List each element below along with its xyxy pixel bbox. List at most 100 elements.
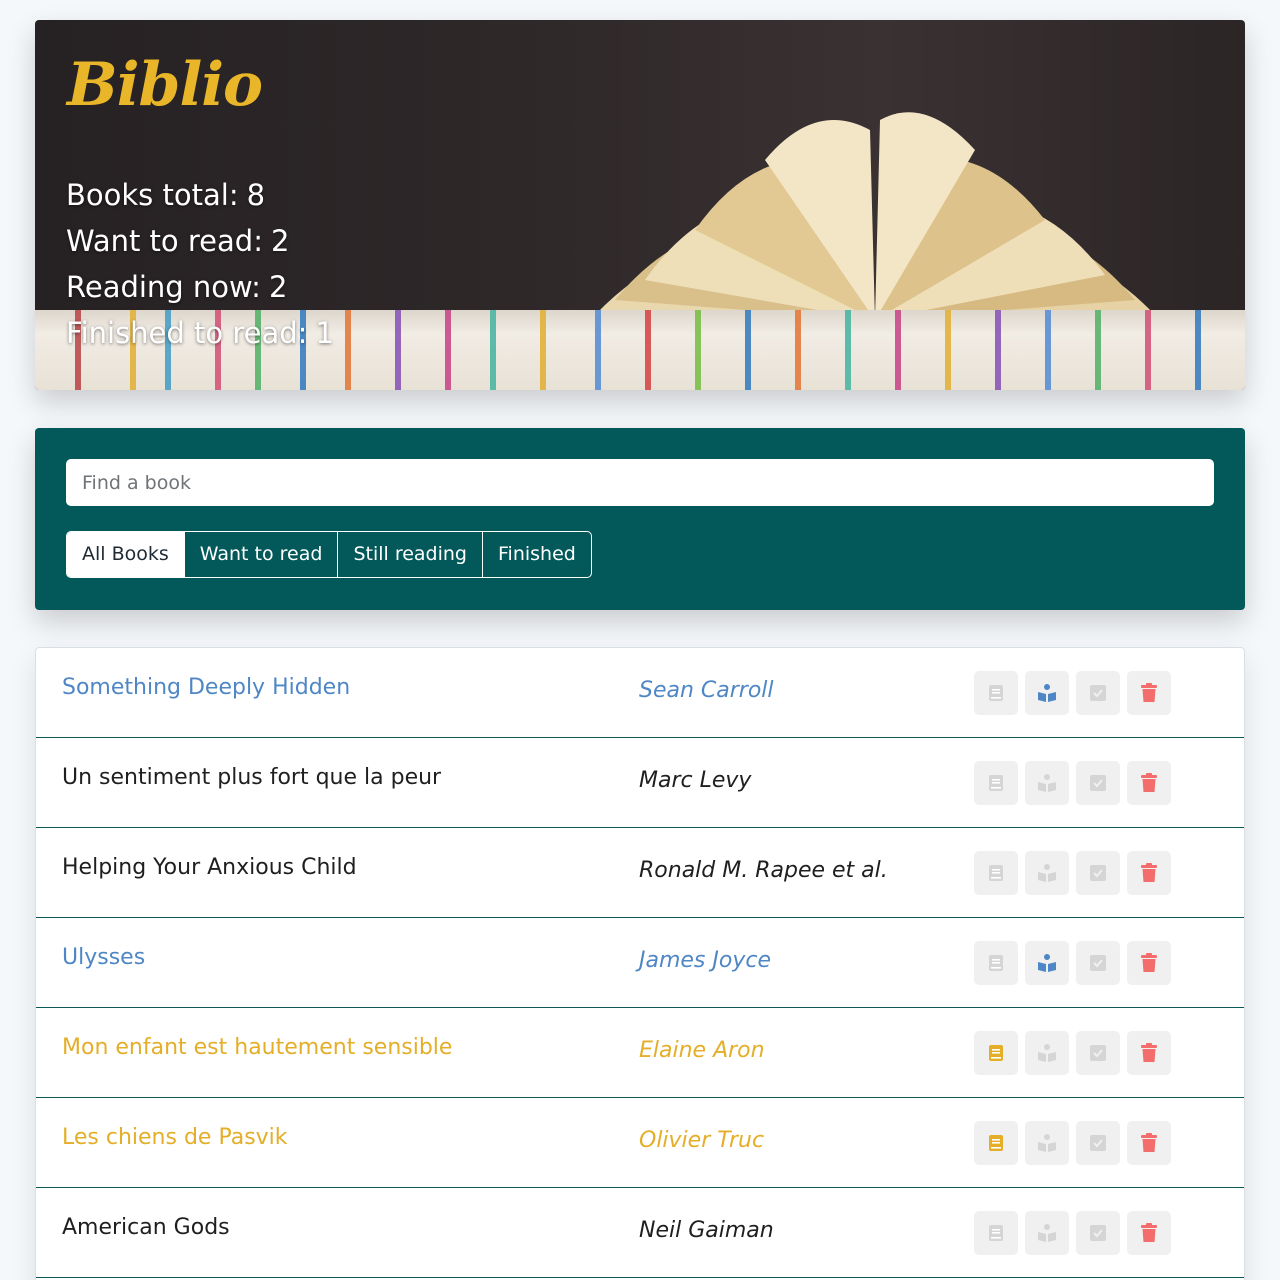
book-actions	[974, 671, 1171, 715]
book-icon	[989, 1135, 1003, 1151]
want-to-read-button[interactable]	[974, 671, 1018, 715]
reading-now-button[interactable]	[1025, 1211, 1069, 1255]
finished-button[interactable]	[1076, 761, 1120, 805]
filter-tabs: All Books Want to read Still reading Fin…	[66, 531, 592, 578]
book-icon	[989, 775, 1003, 791]
book-author: Elaine Aron	[639, 1038, 765, 1063]
tab-still-reading[interactable]: Still reading	[337, 532, 482, 577]
stat-value: 2	[270, 224, 290, 258]
trash-icon	[1141, 1133, 1157, 1152]
book-title: Un sentiment plus fort que la peur	[62, 765, 442, 790]
want-to-read-button[interactable]	[974, 941, 1018, 985]
want-to-read-button[interactable]	[974, 1211, 1018, 1255]
book-list: Something Deeply Hidden Sean Carroll Un …	[35, 647, 1245, 1280]
app-logo: Biblio	[67, 50, 263, 120]
finished-button[interactable]	[1076, 1121, 1120, 1165]
finished-button[interactable]	[1076, 1211, 1120, 1255]
book-actions	[974, 941, 1171, 985]
book-title: Les chiens de Pasvik	[62, 1125, 288, 1150]
book-title: Ulysses	[62, 945, 146, 970]
book-author: Sean Carroll	[639, 678, 774, 703]
reader-icon	[1038, 774, 1056, 792]
book-title: Mon enfant est hautement sensible	[62, 1035, 453, 1060]
book-actions	[974, 851, 1171, 895]
trash-icon	[1141, 1043, 1157, 1062]
book-author: James Joyce	[639, 948, 771, 973]
tab-all-books[interactable]: All Books	[67, 532, 184, 577]
finished-button[interactable]	[1076, 851, 1120, 895]
book-row: Mon enfant est hautement sensible Elaine…	[36, 1008, 1244, 1098]
check-square-icon	[1090, 1045, 1106, 1061]
filter-panel: All Books Want to read Still reading Fin…	[35, 428, 1245, 610]
book-row: Ulysses James Joyce	[36, 918, 1244, 1008]
trash-icon	[1141, 953, 1157, 972]
reading-now-button[interactable]	[1025, 1031, 1069, 1075]
reader-icon	[1038, 864, 1056, 882]
reader-icon	[1038, 954, 1056, 972]
want-to-read-button[interactable]	[974, 761, 1018, 805]
reading-now-button[interactable]	[1025, 671, 1069, 715]
stat-label: Finished to read:	[66, 316, 308, 350]
delete-button[interactable]	[1127, 1211, 1171, 1255]
check-square-icon	[1090, 775, 1106, 791]
book-author: Ronald M. Rapee et al.	[639, 858, 888, 883]
open-book-illustration	[585, 112, 1185, 338]
book-icon	[989, 685, 1003, 701]
want-to-read-button[interactable]	[974, 1031, 1018, 1075]
book-author: Marc Levy	[639, 768, 752, 793]
check-square-icon	[1090, 1225, 1106, 1241]
stat-value: 2	[268, 270, 288, 304]
search-input[interactable]	[66, 459, 1214, 506]
finished-button[interactable]	[1076, 941, 1120, 985]
finished-button[interactable]	[1076, 1031, 1120, 1075]
reading-now-button[interactable]	[1025, 1121, 1069, 1165]
finished-button[interactable]	[1076, 671, 1120, 715]
book-title: Something Deeply Hidden	[62, 675, 351, 700]
tab-finished[interactable]: Finished	[482, 532, 591, 577]
trash-icon	[1141, 863, 1157, 882]
want-to-read-button[interactable]	[974, 1121, 1018, 1165]
book-row: Something Deeply Hidden Sean Carroll	[36, 648, 1244, 738]
delete-button[interactable]	[1127, 671, 1171, 715]
book-icon	[989, 865, 1003, 881]
reader-icon	[1038, 1224, 1056, 1242]
delete-button[interactable]	[1127, 1031, 1171, 1075]
stat-reading-now: Reading now: 2	[66, 264, 334, 310]
stat-books-total: Books total: 8	[66, 172, 334, 218]
tab-want-to-read[interactable]: Want to read	[183, 532, 338, 577]
stat-want-to-read: Want to read: 2	[66, 218, 334, 264]
book-actions	[974, 1031, 1171, 1075]
delete-button[interactable]	[1127, 761, 1171, 805]
check-square-icon	[1090, 865, 1106, 881]
reading-now-button[interactable]	[1025, 761, 1069, 805]
book-title: American Gods	[62, 1215, 230, 1240]
book-row: Helping Your Anxious Child Ronald M. Rap…	[36, 828, 1244, 918]
book-icon	[989, 1225, 1003, 1241]
stats-summary: Books total: 8 Want to read: 2 Reading now…	[66, 172, 334, 356]
delete-button[interactable]	[1127, 941, 1171, 985]
want-to-read-button[interactable]	[974, 851, 1018, 895]
book-author: Olivier Truc	[639, 1128, 765, 1153]
delete-button[interactable]	[1127, 1121, 1171, 1165]
trash-icon	[1141, 683, 1157, 702]
book-actions	[974, 761, 1171, 805]
book-title: Helping Your Anxious Child	[62, 855, 357, 880]
book-icon	[989, 1045, 1003, 1061]
book-row: Les chiens de Pasvik Olivier Truc	[36, 1098, 1244, 1188]
book-actions	[974, 1121, 1171, 1165]
check-square-icon	[1090, 685, 1106, 701]
book-row: Un sentiment plus fort que la peur Marc …	[36, 738, 1244, 828]
reading-now-button[interactable]	[1025, 851, 1069, 895]
stat-value: 8	[246, 178, 266, 212]
stat-label: Reading now:	[66, 270, 261, 304]
stat-value: 1	[315, 316, 334, 350]
book-author: Neil Gaiman	[639, 1218, 774, 1243]
delete-button[interactable]	[1127, 851, 1171, 895]
check-square-icon	[1090, 955, 1106, 971]
reading-now-button[interactable]	[1025, 941, 1069, 985]
check-square-icon	[1090, 1135, 1106, 1151]
trash-icon	[1141, 773, 1157, 792]
stat-finished: Finished to read: 1	[66, 310, 334, 356]
reader-icon	[1038, 1134, 1056, 1152]
trash-icon	[1141, 1223, 1157, 1242]
